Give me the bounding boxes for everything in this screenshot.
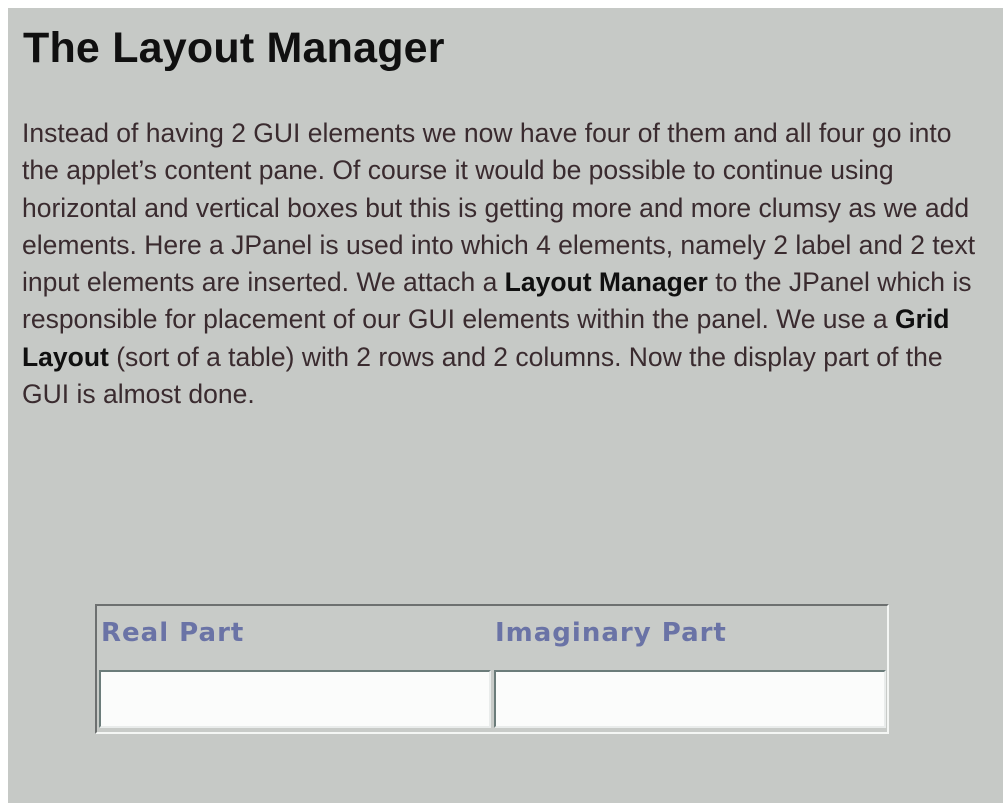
real-part-label: Real Part bbox=[101, 618, 245, 648]
page-background: The Layout Manager Instead of having 2 G… bbox=[8, 8, 1003, 803]
real-part-input[interactable] bbox=[99, 670, 491, 728]
imaginary-part-label: Imaginary Part bbox=[495, 618, 727, 648]
description-paragraph: Instead of having 2 GUI elements we now … bbox=[22, 115, 987, 413]
page-title: The Layout Manager bbox=[23, 24, 445, 72]
layout-manager-term: Layout Manager bbox=[504, 267, 708, 298]
grid-layout-panel: Real Part Imaginary Part bbox=[95, 604, 889, 734]
imaginary-part-input[interactable] bbox=[494, 670, 886, 728]
description-text-3: (sort of a table) with 2 rows and 2 colu… bbox=[22, 341, 943, 410]
